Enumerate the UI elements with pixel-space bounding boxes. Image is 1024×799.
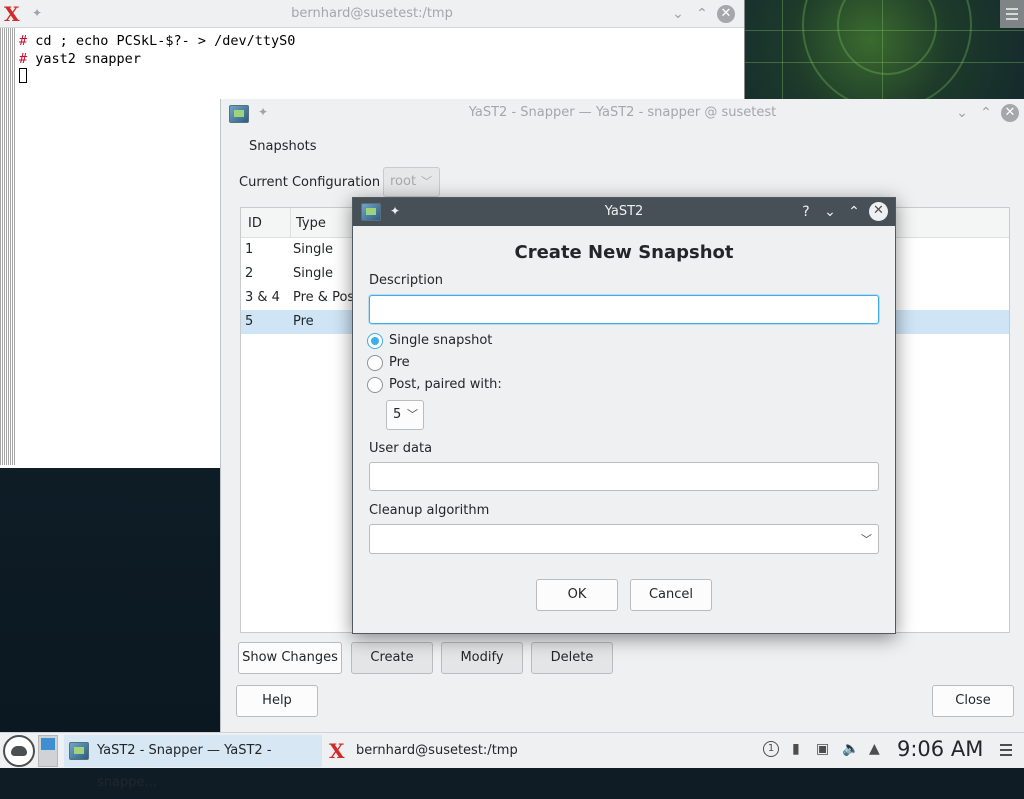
desktop-menu-icon[interactable]	[1000, 0, 1024, 28]
task-xterm[interactable]: X bernhard@susetest:/tmp	[326, 735, 536, 767]
ok-button[interactable]: OK	[536, 579, 618, 611]
minimize-icon[interactable]: ⌄	[669, 5, 687, 23]
configuration-value: root	[390, 174, 417, 189]
column-header-type[interactable]: Type	[296, 216, 326, 231]
clock[interactable]: 9:06 AM	[897, 737, 983, 761]
snapper-titlebar[interactable]: ✦ YaST2 - Snapper — YaST2 - snapper @ su…	[221, 99, 1024, 127]
maximize-icon[interactable]: ⌃	[977, 104, 995, 122]
cell-id: 1	[245, 242, 254, 257]
modify-button[interactable]: Modify	[441, 642, 523, 674]
minimize-icon[interactable]: ⌄	[953, 104, 971, 122]
terminal-line: # cd ; echo PCSkL-$?- > /dev/ttyS0	[19, 32, 295, 50]
cell-type: Pre & Post	[293, 290, 360, 305]
create-snapshot-dialog: ✦ YaST2 ? ⌄ ⌃ ✕ Create New Snapshot Desc…	[352, 197, 896, 634]
radio-pre-label[interactable]: Pre	[389, 355, 410, 370]
expand-tray-icon[interactable]: ▲	[869, 741, 880, 757]
help-icon[interactable]: ?	[797, 203, 815, 221]
close-icon[interactable]: ✕	[1001, 104, 1019, 122]
cancel-button[interactable]: Cancel	[630, 579, 712, 611]
help-button[interactable]: Help	[236, 685, 318, 717]
xterm-scrollbar[interactable]	[0, 28, 15, 465]
task-label: YaST2 - Snapper — YaST2 - snappe...	[97, 743, 272, 790]
radio-post-label[interactable]: Post, paired with:	[389, 377, 502, 392]
close-button[interactable]: Close	[932, 685, 1014, 717]
task-yast-snapper[interactable]: YaST2 - Snapper — YaST2 - snappe...	[64, 735, 322, 790]
current-configuration-label: Current Configuration	[239, 175, 381, 190]
radio-single-label[interactable]: Single snapshot	[389, 333, 492, 348]
radio-post[interactable]	[367, 377, 383, 393]
radio-single-snapshot[interactable]	[367, 333, 383, 349]
xterm-app-icon: X	[329, 739, 345, 763]
terminal-command: cd ; echo PCSkL-$?- > /dev/ttyS0	[35, 33, 296, 49]
close-icon[interactable]: ✕	[717, 5, 735, 23]
volume-icon[interactable]: 🔈	[842, 741, 859, 757]
chevron-down-icon: ﹀	[407, 408, 418, 421]
application-launcher-icon[interactable]	[3, 735, 35, 767]
user-data-label: User data	[369, 441, 433, 456]
usb-device-icon[interactable]: ▮	[792, 741, 800, 757]
paired-with-select[interactable]: 5 ﹀	[386, 400, 424, 430]
delete-button[interactable]: Delete	[531, 642, 613, 674]
task-label: bernhard@susetest:/tmp	[356, 743, 518, 758]
description-input[interactable]	[369, 295, 879, 324]
maximize-icon[interactable]: ⌃	[693, 5, 711, 23]
cleanup-algorithm-select[interactable]: ﹀	[369, 524, 879, 554]
notifications-count-icon[interactable]: 1	[763, 741, 779, 757]
prompt-symbol: #	[19, 33, 28, 49]
cell-type: Single	[293, 266, 333, 281]
network-icon[interactable]: ▣	[816, 741, 829, 757]
minimize-icon[interactable]: ⌄	[821, 203, 839, 221]
terminal-command: yast2 snapper	[35, 51, 141, 67]
radio-pre[interactable]	[367, 355, 383, 371]
snapper-title: YaST2 - Snapper — YaST2 - snapper @ suse…	[468, 105, 777, 120]
dialog-titlebar[interactable]: ✦ YaST2 ? ⌄ ⌃ ✕	[353, 198, 895, 226]
cell-type: Single	[293, 242, 333, 257]
cleanup-algorithm-label: Cleanup algorithm	[369, 503, 490, 518]
terminal-output[interactable]: # cd ; echo PCSkL-$?- > /dev/ttyS0 # yas…	[19, 32, 295, 86]
column-header-id[interactable]: ID	[248, 216, 262, 231]
dialog-heading: Create New Snapshot	[514, 242, 734, 263]
chevron-down-icon: ﹀	[421, 175, 432, 188]
cell-id: 5	[245, 314, 254, 329]
maximize-icon[interactable]: ⌃	[845, 203, 863, 221]
description-label: Description	[369, 273, 444, 288]
cell-id: 3 & 4	[245, 290, 280, 305]
xterm-title: bernhard@susetest:/tmp	[291, 6, 453, 21]
terminal-line	[19, 68, 295, 86]
user-data-input[interactable]	[369, 462, 879, 491]
xterm-titlebar[interactable]: X ✦ bernhard@susetest:/tmp ⌄ ⌃ ✕	[0, 0, 744, 28]
cell-type: Pre	[293, 314, 314, 329]
desktop-pager[interactable]	[38, 735, 58, 767]
cell-id: 2	[245, 266, 254, 281]
close-icon[interactable]: ✕	[869, 202, 888, 221]
paired-with-value: 5	[393, 407, 402, 422]
terminal-cursor	[19, 68, 27, 83]
menu-snapshots[interactable]: Snapshots	[249, 139, 317, 154]
configuration-select[interactable]: root ﹀	[383, 167, 440, 197]
panel-menu-icon[interactable]	[1000, 744, 1012, 759]
create-button[interactable]: Create	[351, 642, 433, 674]
wallpaper-art	[742, 0, 1024, 100]
show-changes-button[interactable]: Show Changes	[238, 642, 342, 674]
taskbar: YaST2 - Snapper — YaST2 - snappe... X be…	[0, 732, 1024, 790]
terminal-line: # yast2 snapper	[19, 50, 295, 68]
yast-app-icon	[69, 742, 89, 760]
chevron-down-icon: ﹀	[861, 533, 872, 546]
prompt-symbol: #	[19, 51, 28, 67]
